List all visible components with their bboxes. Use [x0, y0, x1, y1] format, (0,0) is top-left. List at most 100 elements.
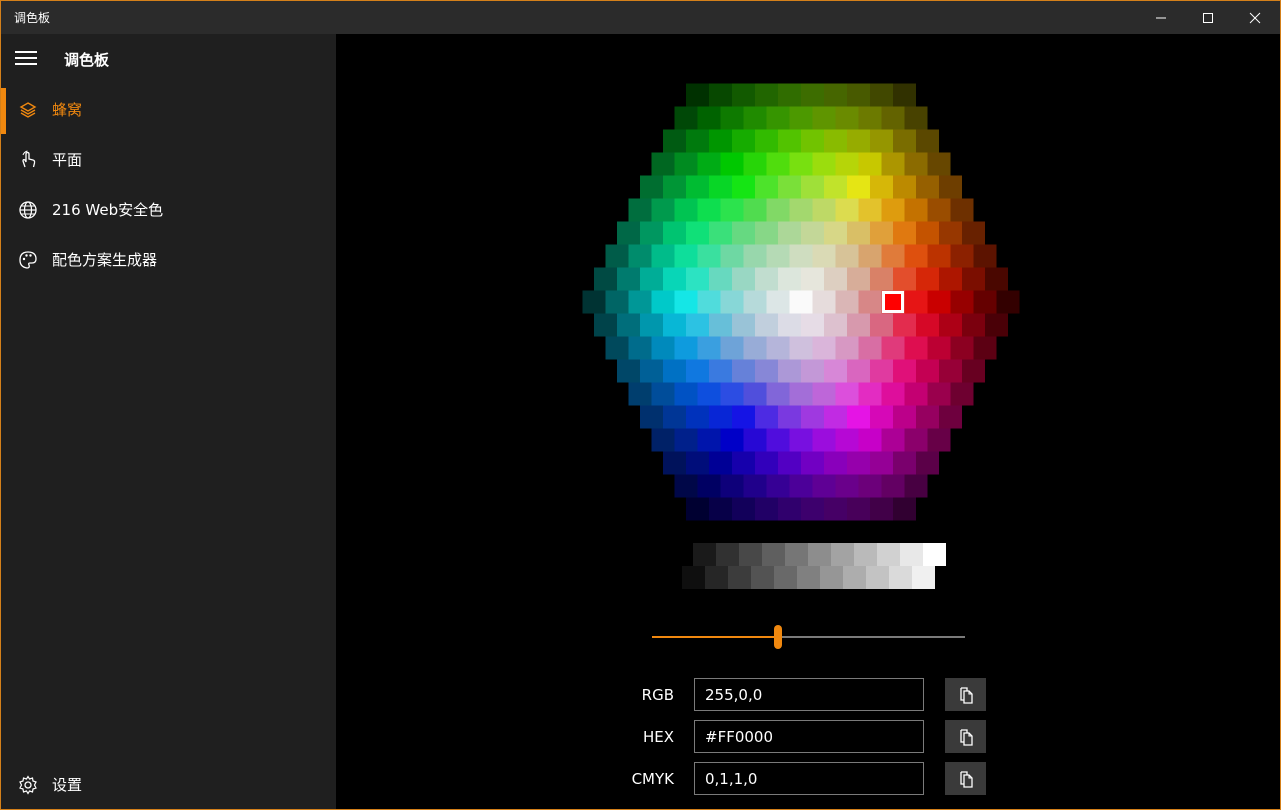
gray-swatch[interactable]	[682, 566, 705, 589]
color-swatch[interactable]	[939, 359, 962, 383]
color-swatch[interactable]	[881, 198, 905, 222]
color-swatch[interactable]	[605, 336, 629, 360]
color-swatch[interactable]	[663, 221, 686, 245]
color-swatch[interactable]	[617, 221, 640, 245]
color-swatch[interactable]	[824, 175, 847, 199]
color-swatch[interactable]	[697, 244, 721, 268]
color-swatch[interactable]	[617, 359, 640, 383]
color-swatch[interactable]	[720, 198, 744, 222]
color-swatch[interactable]	[950, 336, 974, 360]
color-swatch[interactable]	[720, 106, 744, 130]
rgb-field[interactable]	[694, 678, 924, 711]
color-swatch[interactable]	[847, 313, 870, 337]
color-swatch[interactable]	[916, 267, 939, 291]
gray-swatch[interactable]	[716, 543, 739, 566]
color-swatch[interactable]	[743, 290, 767, 314]
color-swatch[interactable]	[755, 313, 778, 337]
color-swatch[interactable]	[640, 359, 663, 383]
color-swatch[interactable]	[870, 313, 893, 337]
color-swatch[interactable]	[686, 313, 709, 337]
color-swatch[interactable]	[582, 290, 606, 314]
color-swatch[interactable]	[697, 198, 721, 222]
color-swatch[interactable]	[801, 451, 824, 475]
color-swatch[interactable]	[663, 129, 686, 153]
color-swatch[interactable]	[939, 313, 962, 337]
brightness-slider-thumb[interactable]	[774, 625, 782, 649]
settings-button[interactable]: 设置	[1, 761, 336, 809]
color-swatch[interactable]	[916, 405, 939, 429]
color-swatch[interactable]	[709, 451, 732, 475]
color-swatch[interactable]	[835, 152, 859, 176]
copy-cmyk-button[interactable]	[945, 762, 986, 795]
hamburger-menu-icon[interactable]	[15, 51, 37, 67]
color-swatch[interactable]	[927, 428, 951, 452]
color-swatch[interactable]	[778, 405, 801, 429]
gray-swatch[interactable]	[774, 566, 797, 589]
color-swatch[interactable]	[858, 382, 882, 406]
color-swatch[interactable]	[640, 267, 663, 291]
color-swatch[interactable]	[950, 198, 974, 222]
color-swatch[interactable]	[732, 267, 755, 291]
gray-swatch[interactable]	[820, 566, 843, 589]
color-swatch[interactable]	[674, 336, 698, 360]
color-swatch[interactable]	[881, 382, 905, 406]
gray-swatch[interactable]	[762, 543, 785, 566]
color-swatch[interactable]	[904, 106, 928, 130]
color-swatch[interactable]	[663, 267, 686, 291]
color-swatch[interactable]	[858, 152, 882, 176]
color-swatch[interactable]	[651, 428, 675, 452]
gray-swatch[interactable]	[866, 566, 889, 589]
color-swatch[interactable]	[732, 175, 755, 199]
color-swatch[interactable]	[835, 290, 859, 314]
color-swatch[interactable]	[824, 221, 847, 245]
color-swatch[interactable]	[766, 198, 790, 222]
cmyk-field[interactable]	[694, 762, 924, 795]
color-swatch[interactable]	[824, 313, 847, 337]
gray-swatch[interactable]	[693, 543, 716, 566]
color-swatch[interactable]	[847, 359, 870, 383]
color-swatch[interactable]	[674, 152, 698, 176]
color-swatch[interactable]	[824, 83, 847, 107]
color-swatch[interactable]	[778, 359, 801, 383]
color-swatch[interactable]	[674, 382, 698, 406]
color-swatch[interactable]	[789, 382, 813, 406]
color-swatch[interactable]	[789, 474, 813, 498]
nav-item-honeycomb[interactable]: 蜂窝	[1, 86, 336, 134]
color-swatch[interactable]	[663, 451, 686, 475]
color-swatch[interactable]	[686, 497, 709, 521]
color-swatch[interactable]	[870, 83, 893, 107]
color-swatch[interactable]	[950, 290, 974, 314]
color-swatch[interactable]	[789, 336, 813, 360]
color-swatch[interactable]	[824, 497, 847, 521]
color-swatch[interactable]	[812, 336, 836, 360]
color-swatch[interactable]	[594, 313, 617, 337]
color-swatch[interactable]	[881, 152, 905, 176]
color-swatch[interactable]	[881, 336, 905, 360]
color-swatch[interactable]	[755, 451, 778, 475]
color-swatch[interactable]	[755, 267, 778, 291]
color-swatch[interactable]	[847, 451, 870, 475]
color-swatch[interactable]	[697, 152, 721, 176]
color-swatch[interactable]	[766, 428, 790, 452]
gray-swatch[interactable]	[739, 543, 762, 566]
color-swatch[interactable]	[870, 359, 893, 383]
color-swatch[interactable]	[985, 267, 1008, 291]
color-swatch[interactable]	[927, 290, 951, 314]
color-swatch[interactable]	[686, 359, 709, 383]
color-swatch[interactable]	[766, 244, 790, 268]
color-swatch[interactable]	[732, 405, 755, 429]
color-swatch[interactable]	[847, 267, 870, 291]
color-swatch[interactable]	[686, 451, 709, 475]
color-swatch[interactable]	[732, 221, 755, 245]
color-swatch[interactable]	[686, 267, 709, 291]
color-swatch[interactable]	[755, 175, 778, 199]
color-swatch[interactable]	[686, 405, 709, 429]
color-swatch[interactable]	[801, 497, 824, 521]
color-swatch[interactable]	[755, 497, 778, 521]
color-swatch[interactable]	[697, 382, 721, 406]
color-swatch[interactable]	[801, 313, 824, 337]
color-swatch[interactable]	[697, 106, 721, 130]
maximize-button[interactable]	[1185, 1, 1231, 34]
color-swatch[interactable]	[847, 497, 870, 521]
color-swatch[interactable]	[732, 359, 755, 383]
